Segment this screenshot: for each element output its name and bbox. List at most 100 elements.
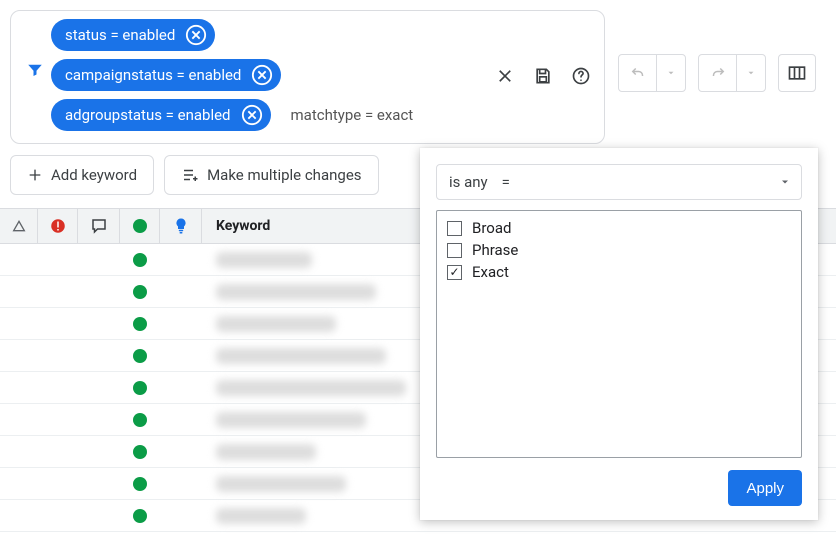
header-error-icon[interactable] (38, 209, 78, 243)
header-delta-icon[interactable] (0, 209, 38, 243)
header-recommendation-icon[interactable] (160, 209, 202, 243)
cell-comment (78, 468, 120, 499)
redacted-text (216, 444, 316, 460)
remove-chip-icon[interactable] (251, 64, 273, 86)
cell-delta (0, 308, 38, 339)
undo-caret-icon[interactable] (657, 55, 685, 91)
cell-error (38, 340, 78, 371)
remove-chip-icon[interactable] (185, 24, 207, 46)
cell-status (120, 404, 160, 435)
matchtype-option[interactable]: Phrase (447, 241, 791, 259)
filter-chip-label: campaignstatus = enabled (65, 66, 241, 84)
cell-comment (78, 436, 120, 467)
cell-delta (0, 244, 38, 275)
status-dot-icon (133, 477, 147, 491)
filter-bar: status = enabled campaignstatus = enable… (10, 10, 605, 144)
list-plus-icon (181, 166, 199, 184)
cell-status (120, 436, 160, 467)
cell-recommendation (160, 436, 202, 467)
cell-delta (0, 500, 38, 531)
checkbox-icon[interactable] (447, 243, 462, 258)
cell-recommendation (160, 340, 202, 371)
cell-status (120, 308, 160, 339)
cell-error (38, 436, 78, 467)
header-status-icon[interactable] (120, 209, 160, 243)
checkbox-icon[interactable] (447, 221, 462, 236)
cell-recommendation (160, 244, 202, 275)
cell-status (120, 276, 160, 307)
cell-recommendation (160, 500, 202, 531)
apply-button[interactable]: Apply (728, 470, 802, 506)
cell-comment (78, 244, 120, 275)
cell-error (38, 276, 78, 307)
pending-filter-text[interactable]: matchtype = exact (285, 106, 414, 124)
filter-chip-status[interactable]: status = enabled (51, 19, 215, 51)
save-icon[interactable] (532, 65, 554, 87)
cell-status (120, 372, 160, 403)
filter-chip-adgroupstatus[interactable]: adgroupstatus = enabled (51, 99, 271, 131)
cell-error (38, 500, 78, 531)
cell-comment (78, 308, 120, 339)
filter-chip-label: adgroupstatus = enabled (65, 106, 231, 124)
cell-recommendation (160, 372, 202, 403)
cell-status (120, 468, 160, 499)
cell-delta (0, 468, 38, 499)
cell-error (38, 404, 78, 435)
checkbox-icon[interactable] (447, 265, 462, 280)
cell-status (120, 340, 160, 371)
columns-button[interactable] (778, 54, 816, 92)
cell-comment (78, 404, 120, 435)
operator-select[interactable]: is any = (436, 164, 802, 200)
filter-funnel-icon (26, 61, 44, 79)
cell-recommendation (160, 404, 202, 435)
toolbar: Add keyword Make multiple changes (10, 155, 379, 195)
add-keyword-button[interactable]: Add keyword (10, 155, 154, 195)
status-dot-icon (133, 509, 147, 523)
make-changes-label: Make multiple changes (207, 166, 361, 184)
matchtype-option[interactable]: Broad (447, 219, 791, 237)
redacted-text (216, 348, 386, 364)
status-dot-icon (133, 349, 147, 363)
filter-chips: status = enabled campaignstatus = enable… (51, 19, 413, 131)
undo-button-group[interactable] (618, 54, 686, 92)
cell-error (38, 244, 78, 275)
dropdown-footer: Apply (436, 470, 802, 506)
filter-chip-campaignstatus[interactable]: campaignstatus = enabled (51, 59, 281, 91)
operator-label: is any (449, 173, 488, 191)
cell-comment (78, 372, 120, 403)
redacted-text (216, 380, 406, 396)
redacted-text (216, 508, 306, 524)
redacted-text (216, 316, 336, 332)
cell-delta (0, 276, 38, 307)
redacted-text (216, 412, 366, 428)
redacted-text (216, 284, 376, 300)
cell-delta (0, 436, 38, 467)
status-dot-icon (133, 413, 147, 427)
filter-actions (494, 65, 592, 87)
cell-recommendation (160, 308, 202, 339)
cell-error (38, 308, 78, 339)
close-icon[interactable] (494, 65, 516, 87)
remove-chip-icon[interactable] (241, 104, 263, 126)
cell-comment (78, 276, 120, 307)
history-buttons (618, 54, 816, 92)
cell-status (120, 244, 160, 275)
option-label: Phrase (472, 241, 518, 259)
make-multiple-changes-button[interactable]: Make multiple changes (164, 155, 378, 195)
filter-chip-label: status = enabled (65, 26, 175, 44)
filter-funnel-col (19, 19, 51, 79)
matchtype-filter-dropdown: is any = Broad Phrase Exact Apply (420, 148, 818, 520)
status-dot-icon (133, 381, 147, 395)
plus-icon (27, 167, 43, 183)
help-icon[interactable] (570, 65, 592, 87)
header-comment-icon[interactable] (78, 209, 120, 243)
redo-caret-icon[interactable] (737, 55, 765, 91)
add-keyword-label: Add keyword (51, 166, 137, 184)
undo-icon[interactable] (619, 55, 657, 91)
redo-button-group[interactable] (698, 54, 766, 92)
cell-recommendation (160, 276, 202, 307)
cell-error (38, 372, 78, 403)
chevron-down-icon (779, 176, 791, 188)
redo-icon[interactable] (699, 55, 737, 91)
matchtype-option[interactable]: Exact (447, 263, 791, 281)
